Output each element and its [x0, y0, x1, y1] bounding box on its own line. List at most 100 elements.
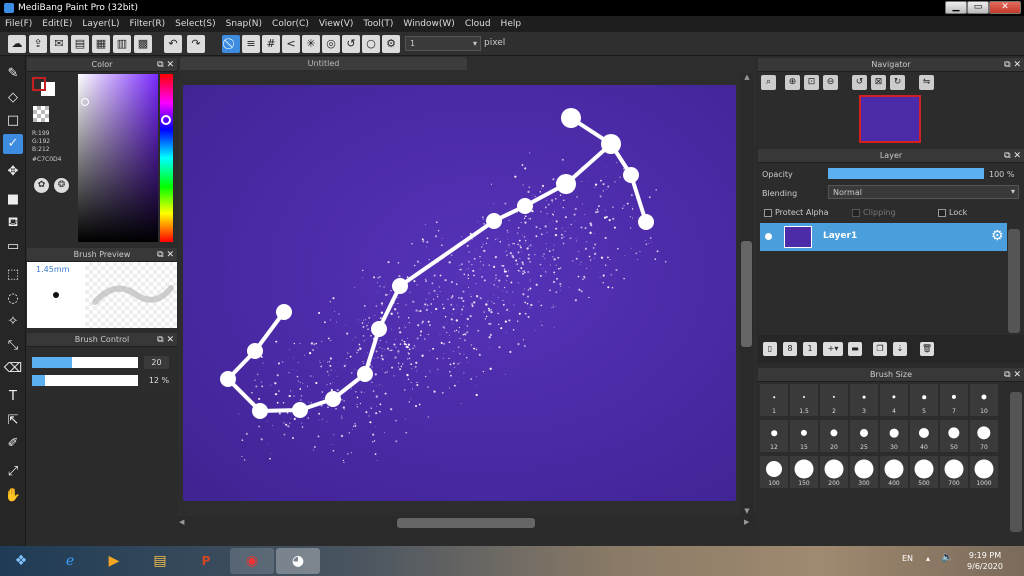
close-button[interactable]: ✕ — [989, 1, 1021, 14]
brush-size-option[interactable]: 2 — [820, 384, 848, 416]
brush-size-value[interactable]: 20 — [144, 356, 169, 369]
brush-size-option[interactable]: 50 — [940, 420, 968, 452]
text-tool-icon[interactable]: T — [3, 387, 23, 407]
select-rect-icon[interactable]: □ — [3, 111, 23, 131]
menu-window[interactable]: Window(W) — [398, 19, 459, 29]
operation-tool-icon[interactable]: ⇱ — [3, 411, 23, 431]
brush-size-option[interactable]: 7 — [940, 384, 968, 416]
chat-icon[interactable]: ▤ — [71, 35, 89, 53]
brush-size-option[interactable]: 25 — [850, 420, 878, 452]
dropper-icon[interactable]: ✐ — [3, 434, 23, 454]
menu-file[interactable]: File(F) — [0, 19, 37, 29]
clock[interactable]: 9:19 PM 9/6/2020 — [962, 550, 1008, 572]
layer-scroll-thumb[interactable] — [1008, 229, 1020, 333]
powerpoint-icon[interactable]: P — [184, 548, 228, 574]
comment-icon[interactable]: ✉ — [50, 35, 68, 53]
fill-rect-icon[interactable]: ■ — [3, 190, 23, 210]
close-icon[interactable]: ⧉ ✕ — [157, 58, 174, 72]
rotate-reset-icon[interactable]: ⊠ — [871, 75, 886, 90]
start-button[interactable]: ❖ — [2, 548, 40, 574]
menu-view[interactable]: View(V) — [314, 19, 359, 29]
language-indicator[interactable]: EN — [902, 554, 913, 563]
share-icon[interactable]: ⇪ — [29, 35, 47, 53]
brush-size-option[interactable]: 15 — [790, 420, 818, 452]
close-icon[interactable]: ⧉ ✕ — [1004, 368, 1021, 382]
undo-icon[interactable]: ↶ — [164, 35, 182, 53]
layer-row[interactable]: Layer1 ⚙ — [760, 223, 1007, 251]
brush-size-option[interactable]: 70 — [970, 420, 998, 452]
ie-icon[interactable]: ℯ — [48, 548, 92, 574]
snap-parallel-icon[interactable]: ≡ — [242, 35, 260, 53]
media-player-icon[interactable]: ▶ — [92, 548, 136, 574]
new-layer-1bit-icon[interactable]: 1 — [803, 342, 817, 356]
brush-size-option[interactable]: 10 — [970, 384, 998, 416]
menu-filter[interactable]: Filter(R) — [125, 19, 171, 29]
brush-size-option[interactable]: 30 — [880, 420, 908, 452]
brush-size-option[interactable]: 20 — [820, 420, 848, 452]
navigator-thumbnail[interactable] — [859, 95, 921, 143]
zoom-in-icon[interactable]: ⊕ — [785, 75, 800, 90]
primary-color-swatch[interactable] — [32, 77, 46, 91]
horizontal-scrollbar[interactable]: ◀ ▶ — [178, 516, 756, 530]
brush-size-option[interactable]: 300 — [850, 456, 878, 488]
snap-off-icon[interactable]: ⃠ — [222, 35, 240, 53]
close-icon[interactable]: ⧉ ✕ — [157, 248, 174, 262]
lasso-icon[interactable]: ◌ — [3, 289, 23, 309]
tile-icon[interactable]: ▩ — [134, 35, 152, 53]
scroll-left-icon[interactable]: ◀ — [179, 518, 184, 526]
brush-opacity-slider[interactable] — [32, 375, 138, 386]
scroll-up-icon[interactable]: ▲ — [740, 73, 754, 83]
brush-size-option[interactable]: 200 — [820, 456, 848, 488]
snap-vanishing-icon[interactable]: < — [282, 35, 300, 53]
eraser-tool-icon[interactable]: ◇ — [3, 88, 23, 108]
select-eraser-icon[interactable]: ⌫ — [3, 359, 23, 379]
layer-opacity-slider[interactable] — [828, 168, 984, 179]
transparent-color-swatch[interactable] — [33, 106, 49, 122]
blending-select[interactable]: Normal ▾ — [828, 185, 1019, 199]
minimize-button[interactable]: ▁ — [945, 1, 967, 14]
add-layer-dropdown-icon[interactable]: +▾ — [823, 342, 843, 356]
new-layer-icon[interactable]: ▯ — [763, 342, 777, 356]
snap-circle-icon[interactable]: ◎ — [322, 35, 340, 53]
snap-ellipse-icon[interactable]: ○ — [362, 35, 380, 53]
brush-size-option[interactable]: 500 — [910, 456, 938, 488]
brush-size-option[interactable]: 100 — [760, 456, 788, 488]
brush-size-option[interactable]: 400 — [880, 456, 908, 488]
maximize-button[interactable]: ▭ — [967, 1, 989, 14]
merge-down-icon[interactable]: ⇣ — [893, 342, 907, 356]
palette-icon[interactable]: ✿ — [34, 178, 49, 193]
brush-size-option[interactable]: 40 — [910, 420, 938, 452]
close-icon[interactable]: ⧉ ✕ — [1004, 58, 1021, 72]
folder-icon[interactable]: ▬ — [848, 342, 862, 356]
chrome-icon[interactable]: ◉ — [230, 548, 274, 574]
close-icon[interactable]: ⧉ ✕ — [157, 333, 174, 347]
brush-size-option[interactable]: 3 — [850, 384, 878, 416]
brush-size-option[interactable]: 4 — [880, 384, 908, 416]
menu-help[interactable]: Help — [496, 19, 527, 29]
rotate-left-icon[interactable]: ↺ — [852, 75, 867, 90]
menu-edit[interactable]: Edit(E) — [37, 19, 77, 29]
menu-tool[interactable]: Tool(T) — [358, 19, 398, 29]
volume-icon[interactable]: 🔈 — [941, 552, 953, 563]
gear-icon[interactable]: ⚙ — [991, 228, 1004, 244]
brush-size-option[interactable]: 12 — [760, 420, 788, 452]
page-icon[interactable]: ▦ — [92, 35, 110, 53]
menu-color[interactable]: Color(C) — [267, 19, 314, 29]
close-icon[interactable]: ⧉ ✕ — [1004, 149, 1021, 163]
protect-alpha-checkbox[interactable]: Protect Alpha — [764, 208, 829, 217]
eye-icon[interactable] — [765, 233, 772, 240]
snap-radial-icon[interactable]: ✳ — [302, 35, 320, 53]
drawing-canvas[interactable] — [183, 85, 736, 501]
grid-icon[interactable]: ▥ — [113, 35, 131, 53]
menu-cloud[interactable]: Cloud — [460, 19, 496, 29]
redo-icon[interactable]: ↷ — [187, 35, 205, 53]
bucket-icon[interactable]: ⛾ — [3, 213, 23, 233]
fit-icon[interactable]: ⊡ — [804, 75, 819, 90]
line-tool-icon[interactable]: ✓ — [3, 134, 23, 154]
select-marquee-icon[interactable]: ⬚ — [3, 265, 23, 285]
menu-layer[interactable]: Layer(L) — [77, 19, 124, 29]
horizontal-scroll-thumb[interactable] — [397, 518, 535, 528]
menu-snap[interactable]: Snap(N) — [221, 19, 267, 29]
brush-size-option[interactable]: 5 — [910, 384, 938, 416]
eyedropper-icon[interactable]: ⤢ — [3, 462, 23, 482]
